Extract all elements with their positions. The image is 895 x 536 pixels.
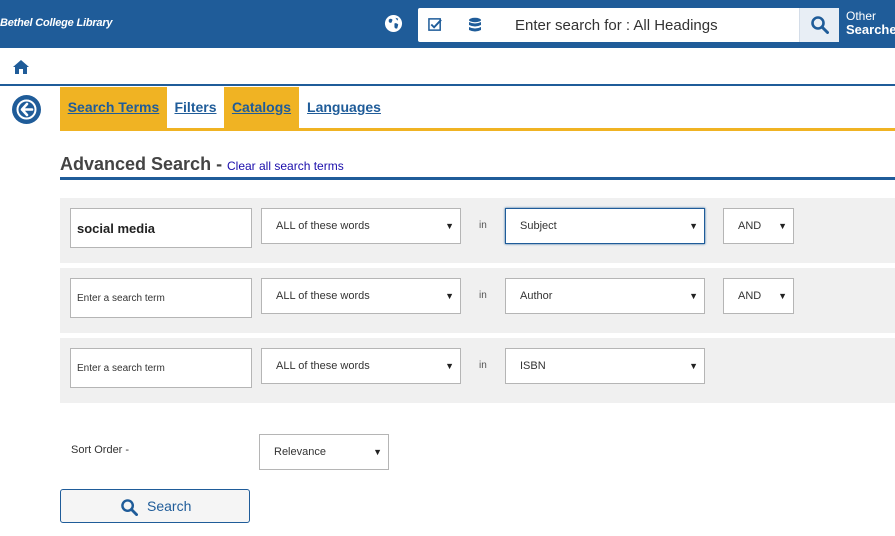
match-select-value: ALL of these words	[276, 220, 370, 232]
in-label: in	[479, 220, 487, 231]
dropdown-arrow-icon: ▼	[689, 361, 698, 371]
match-select-3[interactable]: ALL of these words ▼	[261, 348, 461, 384]
header-search-placeholder[interactable]: Enter search for : All Headings	[515, 17, 718, 34]
dropdown-arrow-icon: ▼	[689, 221, 698, 231]
other-searches-line2: Searches	[846, 22, 895, 37]
home-row	[0, 48, 895, 86]
checkbox-list-icon[interactable]	[428, 17, 443, 32]
field-select-value: Subject	[520, 220, 557, 232]
tab-search-terms[interactable]: Search Terms	[60, 87, 167, 128]
match-select-value: ALL of these words	[276, 290, 370, 302]
search-button-label: Search	[147, 498, 192, 514]
field-select-1[interactable]: Subject ▼	[505, 208, 705, 244]
dropdown-arrow-icon: ▼	[778, 221, 787, 231]
home-icon[interactable]	[12, 59, 30, 75]
match-select-1[interactable]: ALL of these words ▼	[261, 208, 461, 244]
in-label: in	[479, 290, 487, 301]
search-row-2: ALL of these words ▼ in Author ▼ AND ▼	[60, 268, 895, 333]
dropdown-arrow-icon: ▼	[445, 221, 454, 231]
search-icon	[811, 16, 829, 34]
search-term-input-2[interactable]	[70, 278, 252, 318]
bool-select-value: AND	[738, 290, 762, 302]
search-term-input-3[interactable]	[70, 348, 252, 388]
field-select-value: Author	[520, 290, 553, 302]
search-button[interactable]: Search	[60, 489, 250, 523]
globe-icon[interactable]	[384, 14, 403, 33]
back-button[interactable]	[12, 95, 41, 124]
header-search-box[interactable]: Enter search for : All Headings	[418, 8, 839, 42]
sort-order-label: Sort Order -	[71, 444, 130, 456]
search-icon	[121, 499, 138, 516]
bool-select-1[interactable]: AND ▼	[723, 208, 794, 244]
dropdown-arrow-icon: ▼	[445, 361, 454, 371]
dropdown-arrow-icon: ▼	[445, 291, 454, 301]
library-brand[interactable]: Bethel College Library	[0, 17, 113, 29]
page-title: Advanced Search -	[60, 154, 223, 174]
bool-select-2[interactable]: AND ▼	[723, 278, 794, 314]
field-select-3[interactable]: ISBN ▼	[505, 348, 705, 384]
back-arrow-icon	[16, 99, 37, 120]
sort-order-value: Relevance	[274, 446, 326, 458]
field-select-2[interactable]: Author ▼	[505, 278, 705, 314]
header-search-button[interactable]	[799, 8, 839, 42]
tab-catalogs[interactable]: Catalogs	[224, 87, 299, 128]
other-searches-line1: Other	[846, 9, 877, 23]
search-row-1: ALL of these words ▼ in Subject ▼ AND ▼	[60, 198, 895, 263]
search-tabs: Search Terms Filters Catalogs Languages	[60, 87, 895, 131]
dropdown-arrow-icon: ▼	[373, 447, 382, 457]
match-select-value: ALL of these words	[276, 360, 370, 372]
top-bar: Bethel College Library Enter search for …	[0, 0, 895, 48]
field-select-value: ISBN	[520, 360, 546, 372]
advanced-search-heading: Advanced Search - Clear all search terms	[60, 152, 895, 180]
dropdown-arrow-icon: ▼	[689, 291, 698, 301]
tab-filters[interactable]: Filters	[167, 87, 224, 128]
match-select-2[interactable]: ALL of these words ▼	[261, 278, 461, 314]
bool-select-value: AND	[738, 220, 762, 232]
sort-order-select[interactable]: Relevance ▼	[259, 434, 389, 470]
other-searches-link[interactable]: Other Searches	[846, 9, 895, 37]
tab-languages[interactable]: Languages	[299, 87, 389, 128]
clear-all-link[interactable]: Clear all search terms	[227, 159, 344, 173]
search-term-input-1[interactable]	[70, 208, 252, 248]
dropdown-arrow-icon: ▼	[778, 291, 787, 301]
database-icon[interactable]	[468, 17, 482, 33]
search-row-3: ALL of these words ▼ in ISBN ▼	[60, 338, 895, 403]
in-label: in	[479, 360, 487, 371]
